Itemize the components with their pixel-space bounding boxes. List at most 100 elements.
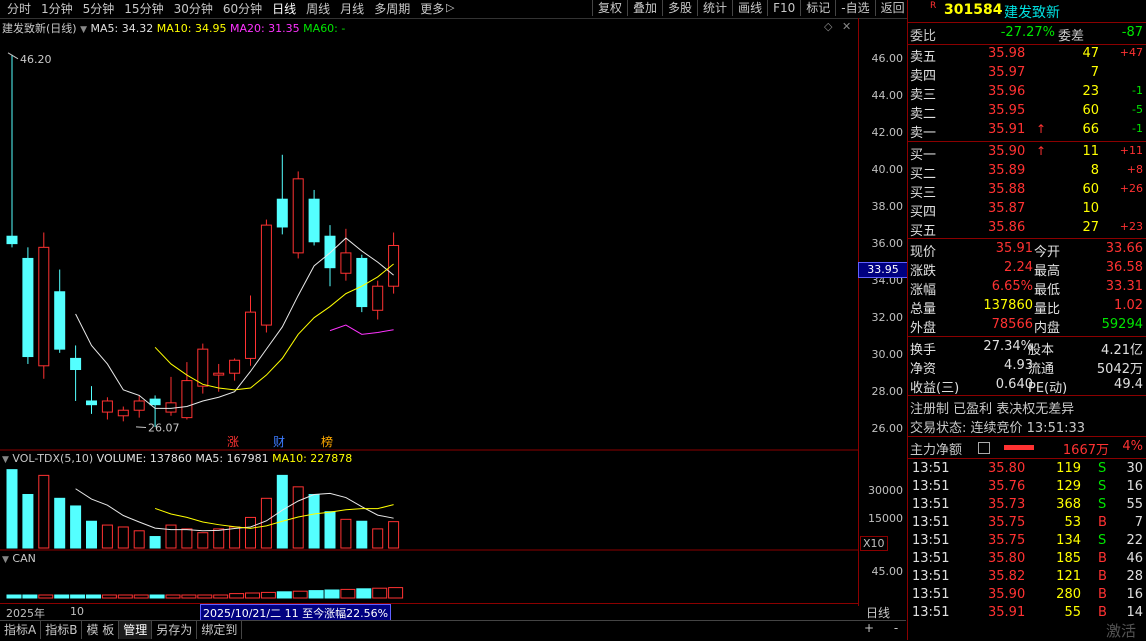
- quote-value: 36.58: [1105, 260, 1143, 275]
- bottom-tab[interactable]: 指标A: [0, 621, 42, 639]
- bid-price: 35.86: [988, 220, 1026, 235]
- candle-body: [165, 402, 177, 413]
- volume-bar: [70, 505, 82, 549]
- fundamental-row[interactable]: 净资 4.93 流通 5042万: [908, 357, 1146, 377]
- quote-row[interactable]: 总量 137860 量比 1.02: [908, 297, 1146, 317]
- tick-count: 22: [1126, 533, 1143, 548]
- can-bar: [86, 594, 101, 599]
- ask-row[interactable]: 卖一 35.91 ↑ 66 -1: [908, 121, 1146, 141]
- quote-label: 内盘: [1034, 321, 1061, 336]
- zoom-in-button[interactable]: +: [864, 621, 874, 635]
- fund-value: 49.4: [1114, 377, 1143, 392]
- bid-row[interactable]: 买一 35.90 ↑ 11 +11: [908, 143, 1146, 163]
- quote-value: 33.31: [1105, 279, 1143, 294]
- can-indicator-label: CAN: [12, 552, 36, 565]
- tick-side: S: [1098, 497, 1107, 512]
- volume-axis-label: 15000: [868, 512, 903, 526]
- tick-row[interactable]: 13:51 35.76 129 S 16: [908, 478, 1146, 497]
- fund-label: 收益(三): [910, 381, 960, 396]
- bottom-tab[interactable]: 管理: [119, 621, 153, 639]
- quote-value: 59294: [1101, 317, 1143, 332]
- tick-row[interactable]: 13:51 35.73 368 S 55: [908, 496, 1146, 515]
- bottom-tab[interactable]: 另存为: [152, 621, 198, 639]
- ask-label: 卖一: [910, 126, 937, 141]
- tick-time: 13:51: [912, 461, 950, 476]
- tick-row[interactable]: 13:51 35.91 55 B 14: [908, 604, 1146, 623]
- volume-value: VOLUME: 137860: [96, 452, 192, 465]
- tick-row[interactable]: 13:51 35.82 121 B 28: [908, 568, 1146, 587]
- quote-row[interactable]: 外盘 78566 内盘 59294: [908, 316, 1146, 336]
- quote-row[interactable]: 涨幅 6.65% 最低 33.31: [908, 278, 1146, 298]
- can-bar: [245, 592, 260, 599]
- list-icon[interactable]: [978, 442, 990, 454]
- weibi-value: -27.27%: [1000, 25, 1055, 40]
- ask-row[interactable]: 卖五 35.98 47 +47: [908, 45, 1146, 65]
- bottom-tab[interactable]: 模 板: [82, 621, 120, 639]
- main-flow-row[interactable]: 主力净额 1667万 4%: [908, 438, 1146, 458]
- tick-price: 35.73: [988, 497, 1026, 512]
- main-flow-label: 主力净额: [910, 443, 963, 458]
- can-bar: [388, 587, 404, 599]
- tick-volume: 53: [1064, 515, 1081, 530]
- ask-row[interactable]: 卖二 35.95 60 -5: [908, 102, 1146, 122]
- tool-button[interactable]: 返回: [874, 0, 910, 16]
- bottom-tabs: 指标A 指标B 模 板管理 另存为 绑定到: [0, 620, 906, 641]
- fundamental-row[interactable]: 收益(三) 0.640 PE(动) 49.4: [908, 376, 1146, 396]
- bid-row[interactable]: 买三 35.88 60 +26: [908, 181, 1146, 201]
- bid-change: +26: [1119, 182, 1143, 195]
- candle-body: [260, 224, 272, 326]
- ask-label: 卖二: [910, 107, 937, 122]
- tick-time: 13:51: [912, 605, 950, 620]
- bid-row[interactable]: 买二 35.89 8 +8: [908, 162, 1146, 182]
- price-axis: 46.00 44.00 42.00 40.00 38.00 36.00 34.00 32.00…: [858, 18, 907, 606]
- volume-bar: [54, 497, 66, 549]
- ma20-line: [329, 324, 394, 335]
- bottom-tab[interactable]: 绑定到: [197, 621, 243, 639]
- ask-row[interactable]: 卖三 35.96 23 -1: [908, 83, 1146, 103]
- ask-row[interactable]: 卖四 35.97 7: [908, 64, 1146, 84]
- chevron-down-icon[interactable]: ▼: [2, 455, 9, 465]
- chevron-down-icon[interactable]: ▼: [2, 555, 9, 565]
- ask-change: +47: [1119, 46, 1143, 59]
- ask-label: 卖四: [910, 69, 937, 84]
- tick-price: 35.80: [988, 551, 1026, 566]
- candle-body: [22, 257, 34, 358]
- zoom-out-button[interactable]: -: [894, 621, 898, 635]
- ask-change: -5: [1132, 103, 1143, 116]
- tick-row[interactable]: 13:51 35.90 280 B 16: [908, 586, 1146, 605]
- tick-count: 55: [1126, 497, 1143, 512]
- period-indicator: 日线: [866, 606, 891, 620]
- tick-volume: 119: [1056, 461, 1081, 476]
- quote-row[interactable]: 现价 35.91 今开 33.66: [908, 240, 1146, 260]
- bid-row[interactable]: 买四 35.87 10: [908, 200, 1146, 220]
- tick-price: 35.82: [988, 569, 1026, 584]
- tick-row[interactable]: 13:51 35.80 119 S 30: [908, 460, 1146, 479]
- bid-change: +11: [1119, 144, 1143, 157]
- kline-chart[interactable]: 46.20 26.07 涨 财 榜: [0, 0, 858, 620]
- volume-bar: [197, 532, 209, 549]
- bid-volume: 10: [1082, 201, 1099, 216]
- candle-body: [133, 400, 145, 411]
- bid-row[interactable]: 买五 35.86 27 +23: [908, 219, 1146, 239]
- tick-price: 35.91: [988, 605, 1026, 620]
- tick-row[interactable]: 13:51 35.80 185 B 46: [908, 550, 1146, 569]
- bottom-tab[interactable]: 指标B: [41, 621, 83, 639]
- tick-time: 13:51: [912, 533, 950, 548]
- quote-label: 现价: [910, 245, 937, 260]
- volume-bar: [340, 518, 352, 549]
- quote-row[interactable]: 涨跌 2.24 最高 36.58: [908, 259, 1146, 279]
- bid-price: 35.87: [988, 201, 1026, 216]
- fund-label: 换手: [910, 343, 937, 358]
- can-axis-label: 45.00: [871, 565, 904, 578]
- bid-price: 35.88: [988, 182, 1026, 197]
- price-axis-label: 30.00: [871, 347, 904, 361]
- fundamental-row[interactable]: 换手 27.34% 股本 4.21亿: [908, 338, 1146, 358]
- price-axis-label: 28.00: [871, 384, 904, 398]
- tick-row[interactable]: 13:51 35.75 134 S 22: [908, 532, 1146, 551]
- tick-volume: 280: [1056, 587, 1081, 602]
- tick-volume: 55: [1064, 605, 1081, 620]
- tick-row[interactable]: 13:51 35.75 53 B 7: [908, 514, 1146, 533]
- up-arrow-icon: ↑: [1036, 144, 1047, 158]
- stock-header: R 301584 建发致新: [908, 1, 1146, 21]
- bid-price: 35.90: [988, 144, 1026, 159]
